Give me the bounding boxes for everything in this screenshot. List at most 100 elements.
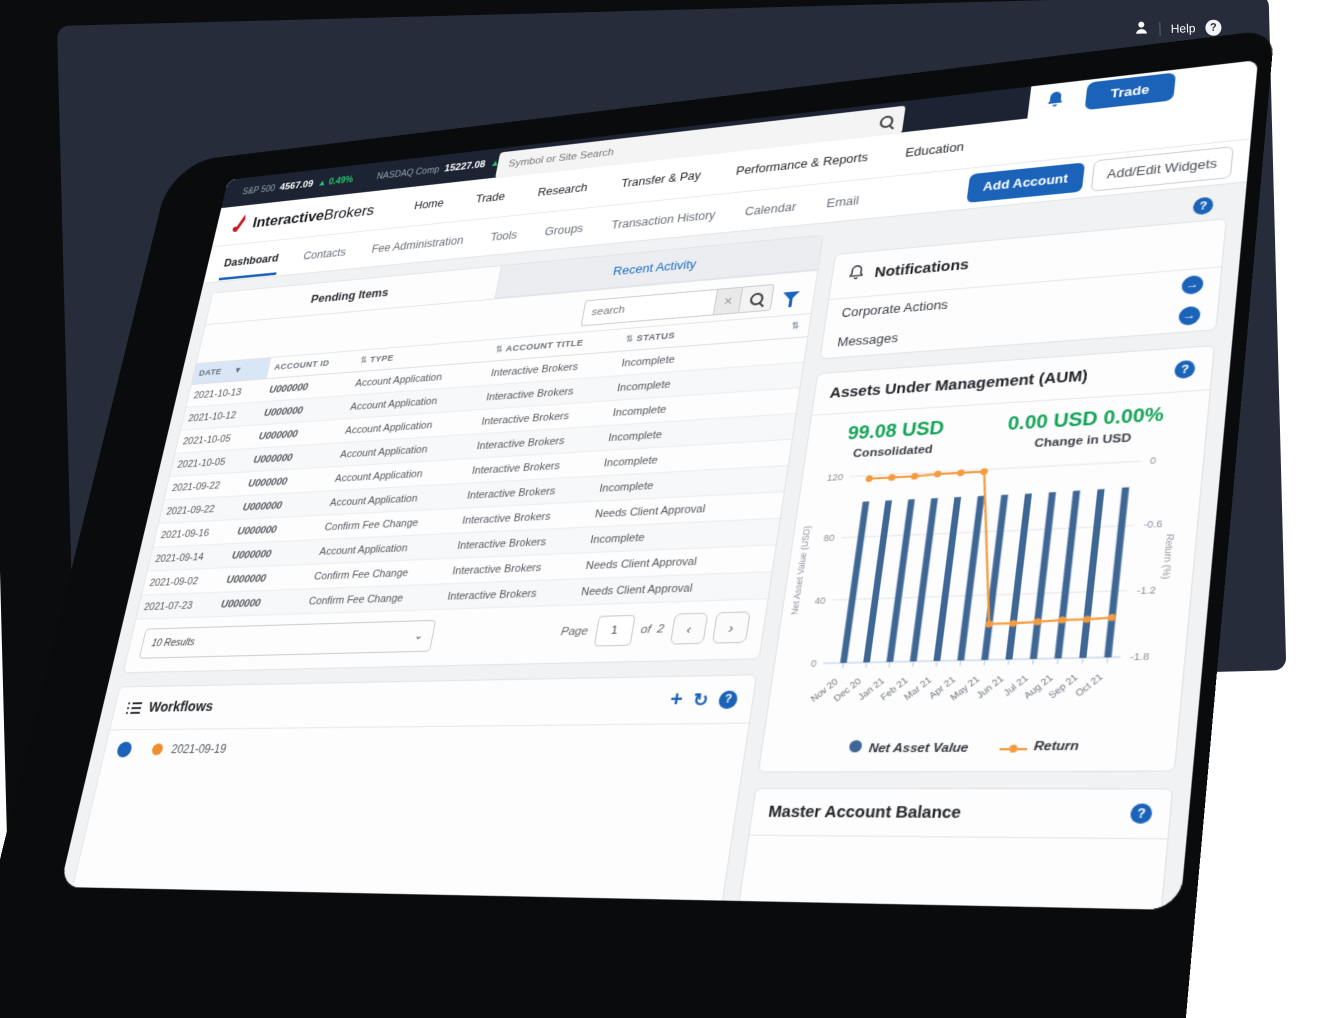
master-balance-help-icon[interactable]: ? (1130, 804, 1153, 824)
add-edit-widgets-button[interactable]: Add/Edit Widgets (1091, 146, 1234, 192)
bar-Dec-20 (863, 500, 892, 662)
subnav-item-email[interactable]: Email (822, 182, 863, 219)
cell-end (772, 337, 807, 365)
pending-search-input[interactable] (581, 289, 718, 326)
of-label: of 2 (640, 623, 665, 636)
notifications-title: Notifications (873, 257, 969, 281)
aum-chart-svg: 040801200-0.6-1.2-1.8Net Asset Value (US… (769, 446, 1182, 731)
cell-end (736, 572, 772, 600)
search-icon[interactable] (879, 115, 894, 129)
aum-help-icon[interactable]: ? (1174, 360, 1196, 379)
nav-item-education[interactable]: Education (904, 140, 965, 159)
tilted-screen: S&P 5004567.09▲ 0.49%NASDAQ Comp15227.08… (60, 60, 1258, 910)
aum-card: Assets Under Management (AUM) ? 99.08 US… (758, 345, 1215, 773)
master-balance-title: Master Account Balance (767, 803, 962, 822)
page-number-input[interactable] (593, 615, 635, 647)
bell-icon[interactable] (1043, 89, 1067, 110)
subnav-item-transaction-history[interactable]: Transaction History (607, 197, 720, 241)
bar-Mar-21 (933, 497, 961, 661)
workflows-help-icon[interactable]: ? (718, 690, 739, 708)
help-question-icon[interactable]: ? (1205, 19, 1221, 35)
cell-date: 2021-09-02 (142, 568, 224, 595)
logo-mark-icon (229, 213, 251, 237)
bar-Sep-21 (1079, 489, 1104, 658)
help-cluster: Help ? (1134, 18, 1222, 39)
nav-item-home[interactable]: Home (413, 197, 445, 212)
svg-text:Sep 21: Sep 21 (1048, 673, 1081, 701)
workflow-date: 2021-09-19 (170, 742, 228, 756)
ticker-value: 15227.08 (443, 159, 486, 174)
nav-item-research[interactable]: Research (537, 181, 589, 199)
add-workflow-icon[interactable]: + (669, 689, 685, 710)
cell-end (744, 518, 780, 546)
help-label[interactable]: Help (1171, 21, 1196, 36)
chevron-down-icon: ⌄ (413, 630, 424, 642)
notifications-card: ? Notifications Corporate Actions→Messag… (819, 218, 1227, 359)
workflows-title: Workflows (147, 699, 215, 715)
return-point-Mar-21 (957, 469, 965, 476)
bar-Nov-20 (840, 501, 869, 663)
cell-date: 2021-07-23 (136, 592, 218, 619)
column-header-sort[interactable]: ⇅ (776, 313, 811, 339)
subnav-item-dashboard[interactable]: Dashboard (219, 241, 284, 280)
svg-text:Net Asset Value (USD): Net Asset Value (USD) (791, 526, 813, 616)
cell-end (764, 388, 799, 416)
filter-funnel-icon[interactable] (782, 291, 800, 301)
return-swatch (999, 745, 1027, 753)
ticker-symbol: S&P 500 (241, 184, 275, 197)
svg-text:Return (%): Return (%) (1159, 534, 1174, 580)
sort-icon[interactable]: ⇅ (495, 344, 504, 354)
cell-account-id[interactable]: U000000 (213, 589, 306, 617)
return-point-Feb-21 (934, 471, 942, 478)
sort-icon[interactable]: ⇅ (359, 355, 368, 365)
arrow-circle-icon[interactable]: → (1181, 275, 1204, 295)
subnav-item-contacts[interactable]: Contacts (299, 235, 351, 271)
prev-page-button[interactable]: ‹ (670, 613, 709, 645)
pending-items-table: DATE ▾ACCOUNT ID⇅TYPE⇅ACCOUNT TITLE⇅STAT… (136, 313, 811, 620)
subnav-item-tools[interactable]: Tools (486, 218, 523, 253)
notifications-help-icon[interactable]: ? (1192, 196, 1214, 215)
ticker-change: ▲ 0.49% (317, 175, 354, 188)
ticker-symbol: NASDAQ Comp (376, 165, 440, 181)
svg-text:0: 0 (1150, 454, 1157, 466)
marketing-composition: Help ? S&P 5004567.09▲ 0.49%NASDAQ Comp1… (0, 0, 1320, 1018)
subnav-item-calendar[interactable]: Calendar (741, 189, 801, 228)
subnav-item-fee-administration[interactable]: Fee Administration (367, 223, 469, 264)
svg-text:Mar 21: Mar 21 (903, 676, 934, 703)
cell-date: 2021-09-14 (148, 544, 230, 571)
bar-Jun-21 (1005, 494, 1032, 660)
sort-icon[interactable]: ⇅ (625, 334, 634, 344)
cell-type: Confirm Fee Change (301, 584, 444, 614)
next-page-button[interactable]: › (712, 611, 751, 643)
subnav-item-groups[interactable]: Groups (540, 211, 588, 248)
svg-text:Jun 21: Jun 21 (975, 674, 1006, 701)
svg-text:0: 0 (810, 657, 817, 669)
bar-Jul-21 (1030, 492, 1056, 659)
aum-chart: 040801200-0.6-1.2-1.8Net Asset Value (US… (764, 443, 1204, 737)
workflow-row[interactable]: 2021-09-19 (101, 724, 749, 769)
aum-title: Assets Under Management (AUM) (829, 368, 1089, 402)
bar-Aug-21 (1054, 491, 1080, 659)
person-icon[interactable] (1134, 19, 1150, 38)
cell-account-title: Interactive Brokers (439, 579, 577, 609)
search-submit-icon[interactable] (738, 284, 775, 313)
workflows-list-icon (126, 702, 142, 714)
add-account-button[interactable]: Add Account (966, 162, 1085, 203)
aum-consolidated: 99.08 USD Consolidated (844, 417, 945, 460)
nav-item-trade[interactable]: Trade (475, 190, 507, 205)
results-per-page-select[interactable]: 10 Results⌄ (139, 620, 436, 659)
cell-end (752, 465, 788, 493)
pagination: Page of 2 ‹ › (558, 611, 751, 647)
refresh-icon[interactable]: ↻ (692, 691, 710, 709)
nav-item-transfer-pay[interactable]: Transfer & Pay (620, 169, 702, 190)
cell-account-id[interactable]: U000000 (219, 564, 312, 592)
cell-end (748, 492, 784, 520)
workflow-dot-icon (151, 743, 164, 755)
net-asset-value-swatch (849, 740, 863, 752)
svg-text:-1.2: -1.2 (1136, 583, 1156, 596)
nav-item-performance-reports[interactable]: Performance & Reports (735, 151, 869, 178)
legend-net-asset-value: Net Asset Value (849, 739, 970, 755)
arrow-circle-icon[interactable]: → (1178, 306, 1201, 326)
chart-legend: Net Asset ValueReturn (759, 733, 1177, 771)
bar-Oct-21 (1104, 487, 1129, 657)
